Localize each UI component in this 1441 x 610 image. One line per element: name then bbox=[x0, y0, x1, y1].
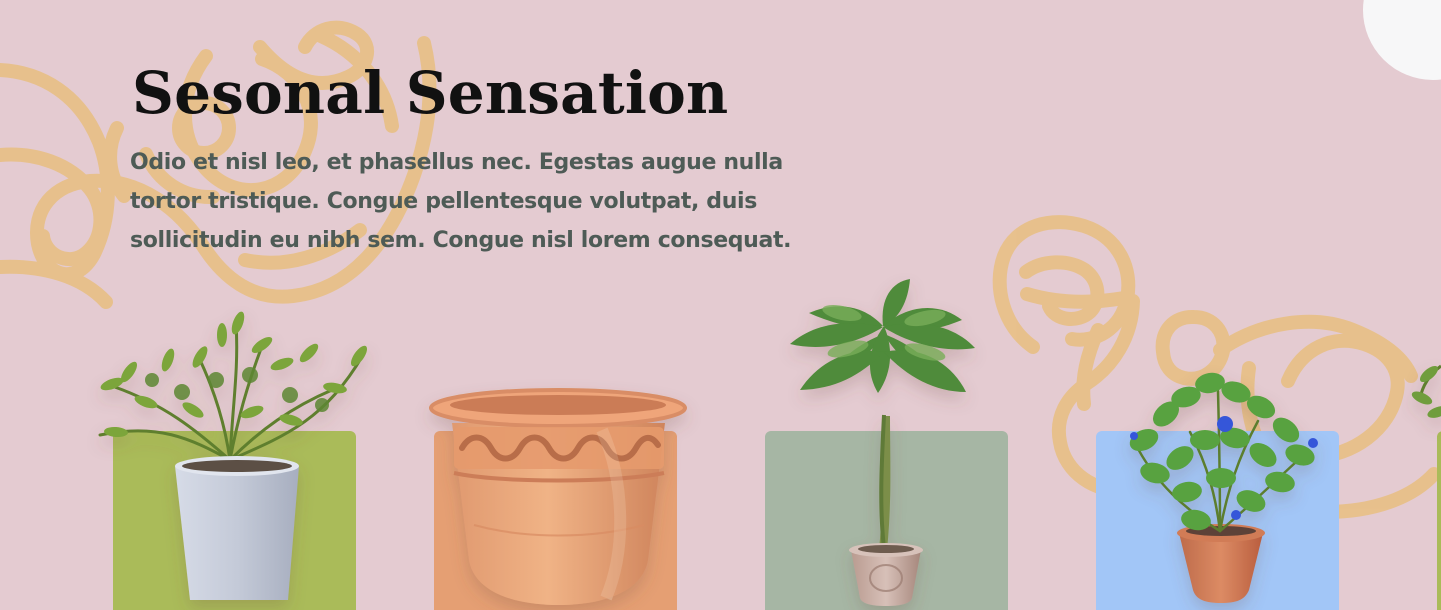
herb-plant-image bbox=[98, 311, 368, 600]
flowering-plant-image bbox=[1129, 372, 1318, 603]
money-tree-image bbox=[790, 279, 975, 606]
seasonal-section: Sesonal Sensation Odio et nisl leo, et p… bbox=[0, 0, 1441, 610]
terracotta-pot-image bbox=[429, 388, 687, 605]
product-images bbox=[98, 279, 1441, 606]
partial-plant-image bbox=[1411, 364, 1441, 418]
